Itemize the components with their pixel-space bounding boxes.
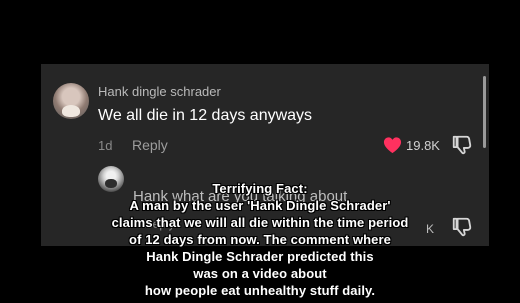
comment-age: 1d: [98, 138, 113, 153]
caption-overlay: Terrifying Fact: A man by the user 'Hank…: [60, 180, 460, 299]
like-count: 19.8K: [406, 138, 440, 153]
avatar[interactable]: [53, 83, 89, 119]
caption-line: claims that we will all die within the t…: [111, 215, 409, 230]
caption-line: was on a video about: [193, 266, 327, 281]
caption-line: how people eat unhealthy stuff daily.: [144, 283, 376, 298]
screenshot-stage: Hank dingle schrader We all die in 12 da…: [0, 0, 520, 303]
comment-username[interactable]: Hank dingle schrader: [98, 84, 221, 99]
heart-icon[interactable]: [382, 136, 403, 154]
comment-text: We all die in 12 days anyways: [98, 107, 313, 124]
caption-line: A man by the user 'Hank Dingle Schrader': [129, 198, 391, 213]
reply-button[interactable]: Reply: [132, 137, 168, 153]
caption-line: Hank Dingle Schrader predicted this: [146, 249, 374, 264]
caption-line: Terrifying Fact:: [212, 181, 308, 196]
thumb-down-icon[interactable]: [451, 134, 473, 156]
scrollbar[interactable]: [483, 76, 486, 148]
caption-line: of 12 days from now. The comment where: [129, 232, 391, 247]
